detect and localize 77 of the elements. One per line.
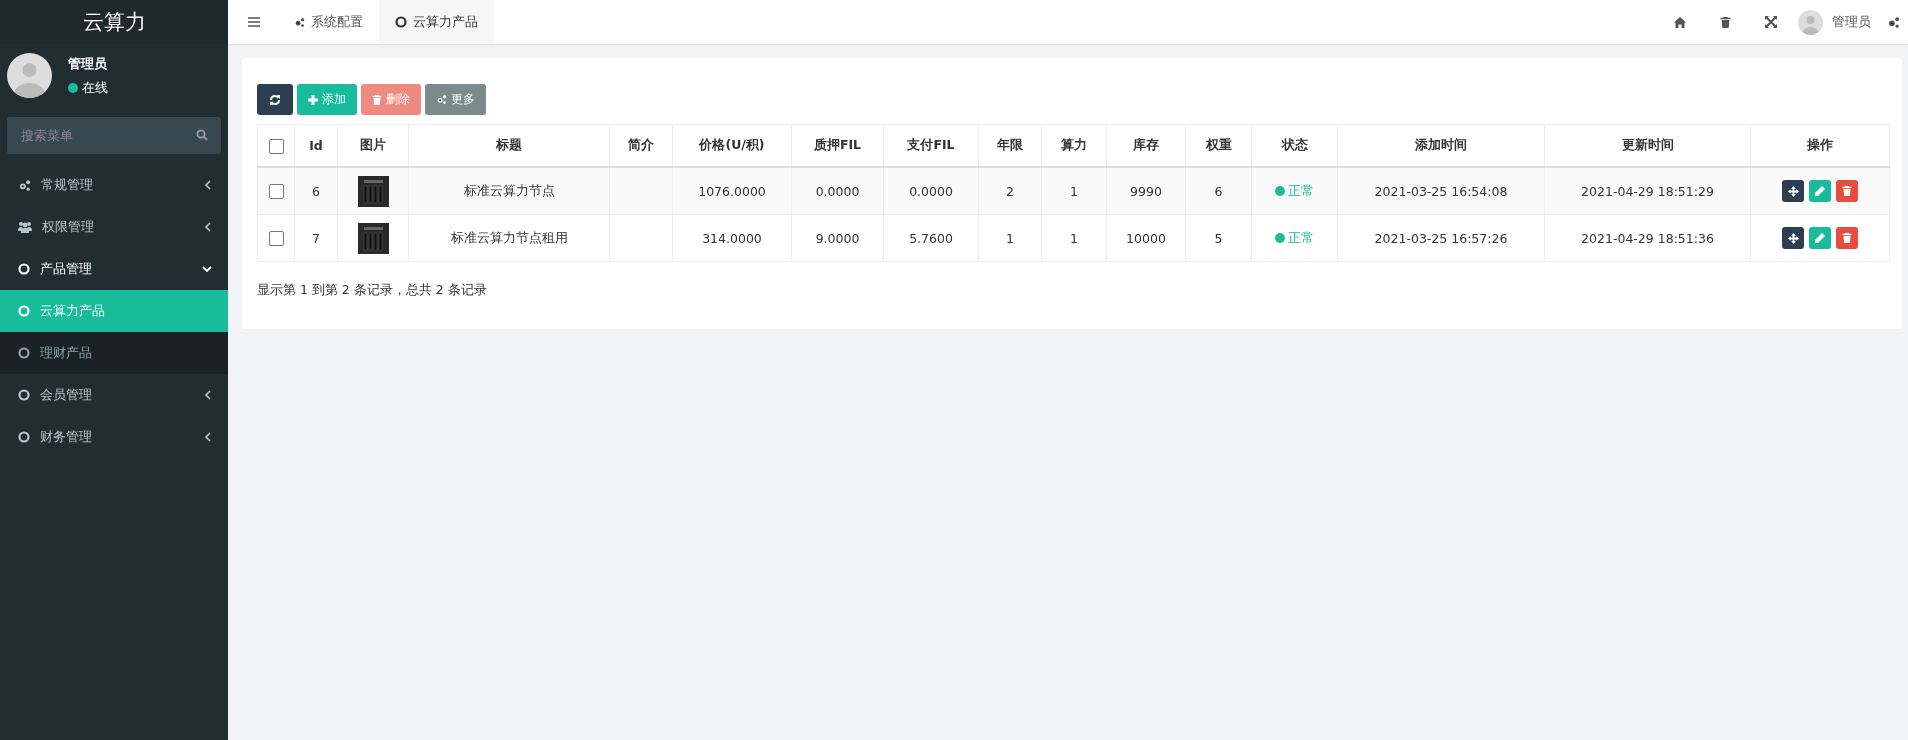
checkbox[interactable] xyxy=(268,138,284,154)
years-cell: 1 xyxy=(978,214,1042,262)
status-text: 正常 xyxy=(1288,182,1314,200)
id-cell: 7 xyxy=(294,214,338,262)
date-cell: 2021-03-25 16:54:08 xyxy=(1337,167,1545,215)
power-cell: 1 xyxy=(1041,167,1107,215)
avatar xyxy=(1798,9,1823,35)
trash-icon xyxy=(1842,186,1852,196)
circle-icon xyxy=(18,389,30,401)
status-text: 正常 xyxy=(1288,229,1314,247)
date-cell: 2021-04-29 18:51:29 xyxy=(1544,167,1751,215)
payment-cell: 0.0000 xyxy=(883,167,979,215)
menu-item[interactable]: 常规管理 xyxy=(0,164,228,206)
search-icon xyxy=(196,129,208,141)
price-cell: 1076.0000 xyxy=(672,167,792,215)
menu-item[interactable]: 产品管理 xyxy=(0,248,228,290)
title-cell: 标准云算力节点 xyxy=(408,167,610,215)
trash-icon xyxy=(1720,16,1731,28)
pencil-icon xyxy=(1815,233,1825,243)
expand-icon[interactable] xyxy=(1765,16,1777,28)
circle-icon xyxy=(18,305,30,317)
refresh-button[interactable] xyxy=(257,84,293,115)
pledge-cell: 9.0000 xyxy=(791,214,884,262)
tab[interactable]: 云算力产品 xyxy=(379,0,494,44)
drag-button[interactable] xyxy=(1782,180,1804,202)
circle-icon xyxy=(18,431,30,443)
power-cell: 1 xyxy=(1041,214,1107,262)
id-cell: 6 xyxy=(294,167,338,215)
status-dot xyxy=(1275,186,1285,196)
online-dot xyxy=(68,82,78,93)
checkbox[interactable] xyxy=(268,184,284,199)
more-button[interactable]: 更多 xyxy=(425,84,486,115)
checkbox[interactable] xyxy=(268,231,284,246)
user-name[interactable]: 管理员 xyxy=(1832,13,1871,31)
user-name: 管理员 xyxy=(68,54,108,73)
years-cell: 2 xyxy=(978,167,1042,215)
delete-button[interactable] xyxy=(1836,180,1858,202)
trash-icon xyxy=(372,94,382,105)
move-icon xyxy=(1787,185,1799,197)
home-icon[interactable] xyxy=(1674,16,1686,28)
menu-item[interactable]: 权限管理 xyxy=(0,206,228,248)
avatar xyxy=(7,53,52,98)
date-cell: 2021-04-29 18:51:36 xyxy=(1544,214,1751,262)
edit-button[interactable] xyxy=(1809,180,1831,202)
pencil-icon xyxy=(1815,186,1825,196)
submenu-item[interactable]: 理财产品 xyxy=(0,332,228,374)
trash-icon xyxy=(1842,233,1852,243)
tab[interactable]: 系统配置 xyxy=(278,0,379,44)
search-field[interactable]: 搜索菜单 xyxy=(7,117,221,154)
product-thumbnail xyxy=(357,222,389,254)
menu-item[interactable]: 会员管理 xyxy=(0,374,228,416)
title-cell: 标准云算力节点租用 xyxy=(408,214,610,262)
date-cell: 2021-03-25 16:57:26 xyxy=(1337,214,1545,262)
refresh-icon xyxy=(269,93,281,106)
move-icon xyxy=(1787,232,1799,244)
edit-button[interactable] xyxy=(1809,227,1831,249)
app-logo[interactable]: 云算力 xyxy=(82,8,146,36)
weight-cell: 5 xyxy=(1185,214,1252,262)
user-status: 在线 xyxy=(82,78,108,97)
users-icon xyxy=(18,221,32,233)
drag-button[interactable] xyxy=(1782,227,1804,249)
circle-icon xyxy=(18,347,30,359)
pagination-info: 显示第 1 到第 2 条记录，总共 2 条记录 xyxy=(257,282,488,299)
circle-icon xyxy=(18,263,30,275)
price-cell: 314.0000 xyxy=(672,214,792,262)
pledge-cell: 0.0000 xyxy=(791,167,884,215)
payment-cell: 5.7600 xyxy=(883,214,979,262)
status-dot xyxy=(1275,233,1285,243)
stock-cell: 9990 xyxy=(1106,167,1186,215)
stock-cell: 10000 xyxy=(1106,214,1186,262)
weight-cell: 6 xyxy=(1185,167,1252,215)
circle-icon xyxy=(395,16,407,28)
plus-icon xyxy=(308,94,318,105)
menu-item[interactable]: 财务管理 xyxy=(0,416,228,458)
product-thumbnail xyxy=(357,175,389,207)
delete-button[interactable] xyxy=(1836,227,1858,249)
menu-icon[interactable] xyxy=(248,17,260,27)
